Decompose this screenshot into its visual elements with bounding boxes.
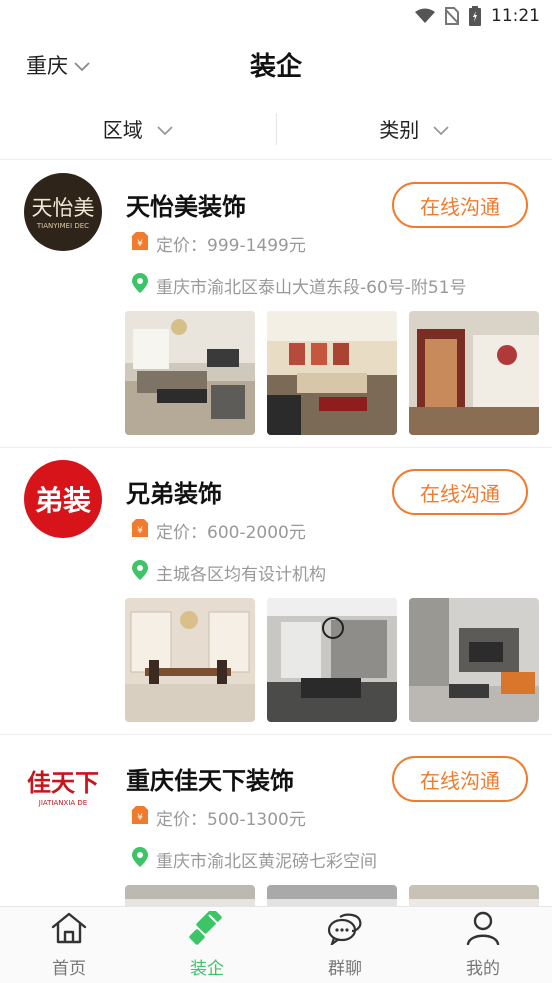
wifi-icon — [415, 8, 435, 24]
page-title: 装企 — [249, 52, 302, 82]
location-pin-icon — [132, 847, 148, 872]
company-name: 兄弟装饰 — [126, 480, 222, 508]
svg-text:¥: ¥ — [137, 239, 143, 249]
header: 重庆 装企 — [0, 32, 552, 98]
person-icon — [464, 911, 502, 950]
address-row: 重庆市渝北区黄泥磅七彩空间 — [132, 847, 377, 872]
tab-mine-label: 我的 — [466, 959, 500, 979]
case-photo[interactable] — [125, 885, 255, 906]
price-row: ¥ 定价：600-2000元 — [132, 518, 306, 543]
logo-text: 佳天下 — [27, 768, 99, 797]
address-text: 主城各区均有设计机构 — [156, 565, 326, 585]
chevron-down-icon — [157, 117, 173, 141]
price-row: ¥ 定价：999-1499元 — [132, 231, 306, 256]
tab-home-label: 首页 — [52, 959, 86, 979]
tab-mine[interactable]: 我的 — [414, 907, 552, 983]
price-tag-icon: ¥ — [132, 806, 148, 829]
svg-text:¥: ¥ — [137, 526, 143, 536]
chevron-down-icon — [433, 117, 449, 141]
address-row: 重庆市渝北区泰山大道东段-60号-附51号 — [132, 273, 467, 298]
no-sim-icon — [445, 7, 459, 25]
price-tag-icon: ¥ — [132, 519, 148, 542]
home-icon — [50, 911, 88, 950]
company-list: 天怡美 TIANYIMEI DEC 天怡美装饰 在线沟通 ¥ 定价：999-14… — [0, 161, 552, 906]
brush-icon — [188, 908, 226, 950]
tab-companies-label: 装企 — [190, 959, 224, 979]
company-logo: 佳天下 JIATIANXIA DE — [24, 747, 102, 825]
battery-icon — [469, 6, 481, 26]
company-name: 重庆佳天下装饰 — [126, 767, 294, 795]
case-photo[interactable] — [267, 598, 397, 722]
case-photo[interactable] — [409, 311, 539, 435]
address-text: 重庆市渝北区黄泥磅七彩空间 — [156, 852, 377, 872]
clock: 11:21 — [491, 6, 540, 26]
company-card[interactable]: 佳天下 JIATIANXIA DE 重庆佳天下装饰 在线沟通 ¥ 定价：500-… — [0, 735, 552, 906]
filter-category-label: 类别 — [379, 118, 420, 142]
case-photo[interactable] — [267, 311, 397, 435]
company-logo: 弟装 — [24, 460, 102, 538]
case-photo[interactable] — [409, 885, 539, 906]
location-pin-icon — [132, 273, 148, 298]
photo-strip — [125, 598, 539, 722]
filter-region-label: 区域 — [102, 118, 143, 142]
online-chat-button[interactable]: 在线沟通 — [392, 182, 528, 228]
photo-strip — [125, 311, 539, 435]
logo-text: 弟装 — [35, 484, 91, 517]
status-bar: 11:21 — [0, 0, 552, 32]
tab-home[interactable]: 首页 — [0, 907, 138, 983]
chat-bubbles-icon — [326, 911, 364, 950]
location-pin-icon — [132, 560, 148, 585]
company-logo: 天怡美 TIANYIMEI DEC — [24, 173, 102, 251]
filter-region[interactable]: 区域 — [0, 98, 276, 159]
address-row: 主城各区均有设计机构 — [132, 560, 326, 585]
svg-text:¥: ¥ — [137, 813, 143, 823]
filter-category[interactable]: 类别 — [277, 98, 552, 159]
tab-companies[interactable]: 装企 — [138, 907, 276, 983]
case-photo[interactable] — [267, 885, 397, 906]
tab-group-chat[interactable]: 群聊 — [276, 907, 414, 983]
price-row: ¥ 定价：500-1300元 — [132, 805, 306, 830]
case-photo[interactable] — [409, 598, 539, 722]
price-tag-icon: ¥ — [132, 232, 148, 255]
filter-bar: 区域 类别 — [0, 98, 552, 160]
logo-subtext: JIATIANXIA DE — [38, 799, 87, 807]
bottom-tab-bar: 首页 装企 群聊 我的 — [0, 906, 552, 983]
address-text: 重庆市渝北区泰山大道东段-60号-附51号 — [156, 278, 467, 298]
photo-strip — [125, 885, 539, 906]
online-chat-button[interactable]: 在线沟通 — [392, 756, 528, 802]
logo-subtext: TIANYIMEI DEC — [36, 222, 89, 230]
company-card[interactable]: 天怡美 TIANYIMEI DEC 天怡美装饰 在线沟通 ¥ 定价：999-14… — [0, 161, 552, 448]
case-photo[interactable] — [125, 311, 255, 435]
tab-group-chat-label: 群聊 — [328, 959, 362, 979]
company-card[interactable]: 弟装 兄弟装饰 在线沟通 ¥ 定价：600-2000元 主城各区均有设计机构 — [0, 448, 552, 735]
online-chat-button[interactable]: 在线沟通 — [392, 469, 528, 515]
price-text: 定价：500-1300元 — [156, 810, 306, 830]
price-text: 定价：600-2000元 — [156, 523, 306, 543]
case-photo[interactable] — [125, 598, 255, 722]
price-text: 定价：999-1499元 — [156, 236, 306, 256]
logo-text: 天怡美 — [32, 196, 95, 220]
company-name: 天怡美装饰 — [126, 193, 246, 221]
